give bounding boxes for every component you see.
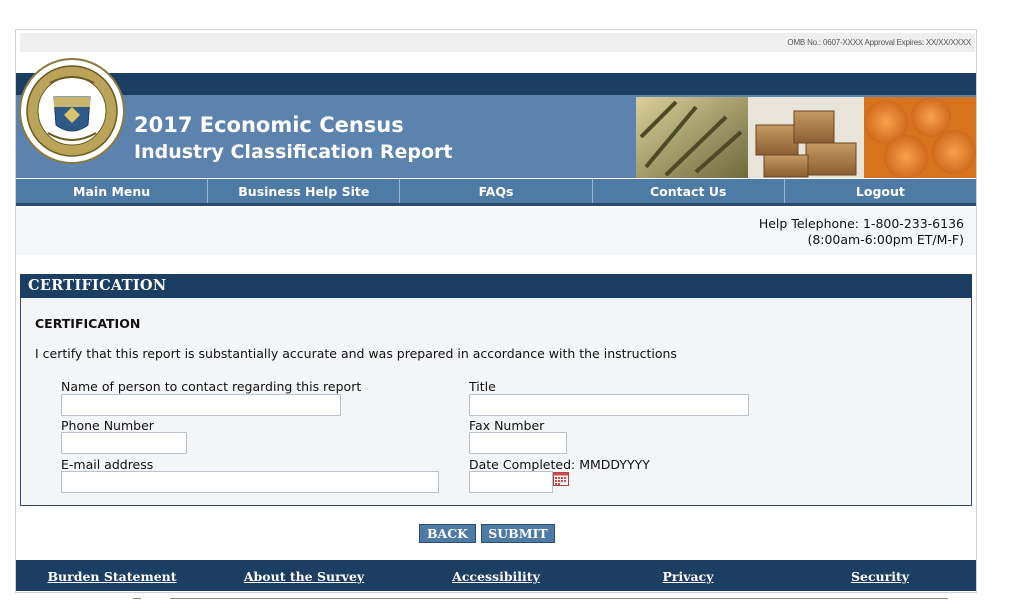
- title-input[interactable]: [469, 394, 749, 416]
- footer-burden-statement-link[interactable]: Burden Statement: [16, 560, 208, 591]
- help-hours: (8:00am-6:00pm ET/M-F): [807, 232, 964, 247]
- nav-business-help-site[interactable]: Business Help Site: [208, 179, 401, 203]
- report-title: Industry Classification Report: [134, 141, 453, 163]
- contact-name-input[interactable]: [61, 394, 341, 416]
- nav-contact-us[interactable]: Contact Us: [593, 179, 785, 203]
- omb-approval-text: OMB No.: 0607-XXXX Approval Expires: XX/…: [20, 33, 975, 52]
- calendar-icon[interactable]: [553, 472, 569, 486]
- submit-button[interactable]: SUBMIT: [481, 524, 555, 543]
- title-label: Title: [469, 379, 496, 394]
- phone-number-input[interactable]: [61, 432, 187, 454]
- help-bar: Help Telephone: 1-800-233-6136 (8:00am-6…: [16, 208, 976, 255]
- fax-number-label: Fax Number: [469, 418, 545, 433]
- certification-statement: I certify that this report is substantia…: [35, 346, 677, 361]
- email-address-label: E-mail address: [61, 457, 154, 472]
- banner-top-strip: [16, 73, 976, 95]
- survey-title: 2017 Economic Census: [134, 113, 404, 137]
- footer-accessibility-link[interactable]: Accessibility: [400, 560, 592, 591]
- bottom-divider-line: [170, 598, 948, 599]
- footer-about-survey-link[interactable]: About the Survey: [208, 560, 400, 591]
- header-photos-image: [636, 97, 976, 178]
- date-completed-label: Date Completed: MMDDYYYY: [469, 457, 650, 472]
- fax-number-input[interactable]: [469, 432, 567, 454]
- certification-subheader: CERTIFICATION: [35, 316, 141, 331]
- email-address-input[interactable]: [61, 471, 439, 493]
- footer-security-link[interactable]: Security: [784, 560, 976, 591]
- help-telephone-block: Help Telephone: 1-800-233-6136 (8:00am-6…: [759, 216, 964, 248]
- contact-name-label: Name of person to contact regarding this…: [61, 379, 362, 394]
- nav-main-menu[interactable]: Main Menu: [16, 179, 209, 203]
- certification-section-header: CERTIFICATION: [20, 274, 972, 298]
- nav-logout[interactable]: Logout: [785, 179, 976, 203]
- header-banner: 2017 Economic Census Industry Classifica…: [16, 73, 976, 178]
- footer-navigation: Burden Statement About the Survey Access…: [16, 560, 976, 591]
- main-navigation: Main Menu Business Help Site FAQs Contac…: [16, 179, 976, 206]
- commerce-department-seal: [19, 58, 125, 164]
- date-completed-input[interactable]: [469, 471, 553, 493]
- nav-faqs[interactable]: FAQs: [400, 179, 593, 203]
- bottom-divider-tick: [133, 598, 141, 599]
- footer-privacy-link[interactable]: Privacy: [592, 560, 784, 591]
- back-button[interactable]: BACK: [419, 524, 476, 543]
- phone-number-label: Phone Number: [61, 418, 154, 433]
- help-telephone: Help Telephone: 1-800-233-6136: [758, 216, 964, 231]
